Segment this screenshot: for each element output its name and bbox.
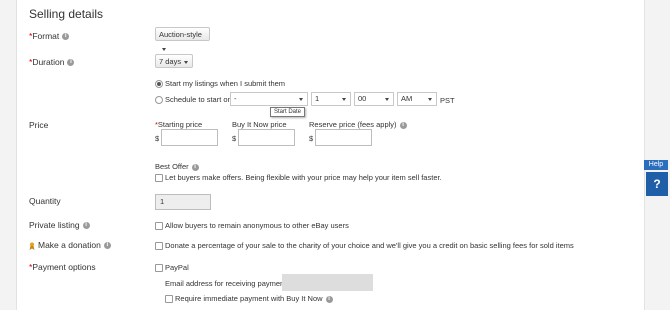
chevron-down-icon: [299, 98, 303, 101]
paypal-email-input[interactable]: [282, 274, 373, 291]
starting-price-label: *Starting price: [155, 120, 203, 129]
buy-now-price-input[interactable]: [238, 129, 295, 146]
start-immediately-label: Start my listings when I submit them: [165, 79, 286, 88]
paypal-checkbox[interactable]: [155, 264, 163, 272]
immediate-payment-checkbox[interactable]: [165, 295, 173, 303]
start-hour-select[interactable]: 1: [311, 92, 351, 106]
schedule-start-radio[interactable]: [155, 96, 163, 104]
immediate-payment-label: Require immediate payment with Buy It No…: [175, 294, 333, 303]
currency-symbol: $: [155, 134, 160, 143]
start-ampm-select[interactable]: AM: [397, 92, 437, 106]
info-icon[interactable]: i: [82, 222, 90, 230]
help-tab[interactable]: Help: [644, 160, 668, 170]
best-offer-checkbox[interactable]: [155, 174, 163, 182]
buy-now-price-label: Buy It Now price: [232, 120, 287, 129]
best-offer-label: Best Offer i: [155, 162, 199, 171]
duration-label: *Duration i: [29, 57, 75, 67]
quantity-input[interactable]: 1: [155, 194, 211, 210]
start-minute-select[interactable]: 00: [354, 92, 394, 106]
info-icon[interactable]: i: [67, 59, 75, 67]
private-listing-label: Private listing i: [29, 220, 90, 230]
paypal-email-label: Email address for receiving payment:: [165, 279, 289, 288]
schedule-start-label: Schedule to start on: [165, 95, 232, 104]
selling-details-panel: Selling details *Format i Auction-style *…: [16, 0, 645, 310]
chevron-down-icon: [428, 98, 432, 101]
donation-checkbox[interactable]: [155, 242, 163, 250]
chevron-down-icon: [162, 47, 166, 51]
private-listing-checkbox[interactable]: [155, 222, 163, 230]
duration-dropdown[interactable]: 7 days: [155, 54, 193, 68]
start-immediately-radio[interactable]: [155, 80, 163, 88]
donation-label: Make a donation i: [29, 240, 111, 250]
chevron-down-icon: [184, 60, 189, 64]
start-date-tooltip: Start Date: [270, 107, 306, 117]
format-dropdown[interactable]: Auction-style: [155, 27, 210, 51]
help-question-icon[interactable]: ?: [646, 172, 668, 196]
donation-text: Donate a percentage of your sale to the …: [165, 241, 574, 250]
price-label: Price: [29, 120, 49, 130]
payment-options-label: *Payment options: [29, 262, 96, 272]
format-label: *Format i: [29, 31, 70, 41]
timezone-label: PST: [440, 96, 455, 105]
paypal-label: PayPal: [165, 263, 189, 272]
currency-symbol: $: [232, 134, 237, 143]
info-icon[interactable]: i: [191, 163, 199, 171]
currency-symbol: $: [309, 134, 314, 143]
private-listing-text: Allow buyers to remain anonymous to othe…: [165, 221, 349, 230]
reserve-price-input[interactable]: [315, 129, 372, 146]
ribbon-icon: [29, 242, 35, 250]
best-offer-text: Let buyers make offers. Being flexible w…: [165, 173, 442, 182]
info-icon[interactable]: i: [62, 33, 70, 41]
starting-price-input[interactable]: [161, 129, 218, 146]
section-title: Selling details: [29, 7, 104, 21]
chevron-down-icon: [342, 98, 346, 101]
reserve-price-label: Reserve price (fees apply) i: [309, 120, 407, 129]
info-icon[interactable]: i: [399, 121, 407, 129]
start-date-select[interactable]: -: [230, 92, 308, 106]
info-icon[interactable]: i: [325, 295, 333, 303]
quantity-label: Quantity: [29, 196, 61, 206]
info-icon[interactable]: i: [103, 242, 111, 250]
chevron-down-icon: [385, 98, 389, 101]
